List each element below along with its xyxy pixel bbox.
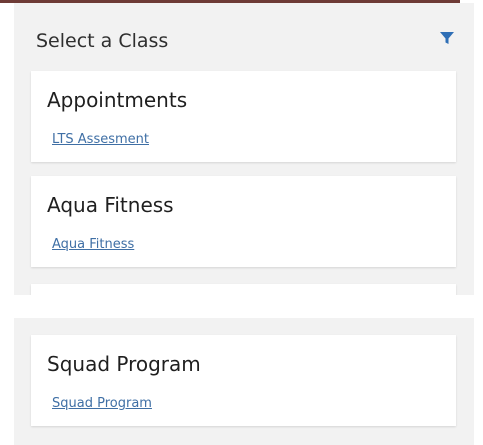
page-title: Select a Class (36, 30, 169, 52)
class-list-header: Select a Class (14, 3, 474, 67)
class-card-title: Squad Program (47, 352, 201, 376)
class-list-panel-lower: Squad Program Squad Program (14, 318, 474, 445)
class-card-partial[interactable] (31, 284, 456, 295)
class-card-title: Aqua Fitness (47, 193, 174, 217)
class-card-link[interactable]: LTS Assesment (52, 132, 149, 147)
class-list-panel: Select a Class Appointments LTS Assesmen… (14, 3, 474, 295)
class-card-link[interactable]: Squad Program (52, 396, 152, 411)
class-card-link[interactable]: Aqua Fitness (52, 237, 134, 252)
class-card-title: Appointments (47, 88, 188, 112)
class-card-aqua-fitness[interactable]: Aqua Fitness Aqua Fitness (31, 176, 456, 267)
class-card-appointments[interactable]: Appointments LTS Assesment (31, 71, 456, 162)
filter-icon[interactable] (438, 29, 456, 47)
class-card-squad-program[interactable]: Squad Program Squad Program (31, 335, 456, 426)
